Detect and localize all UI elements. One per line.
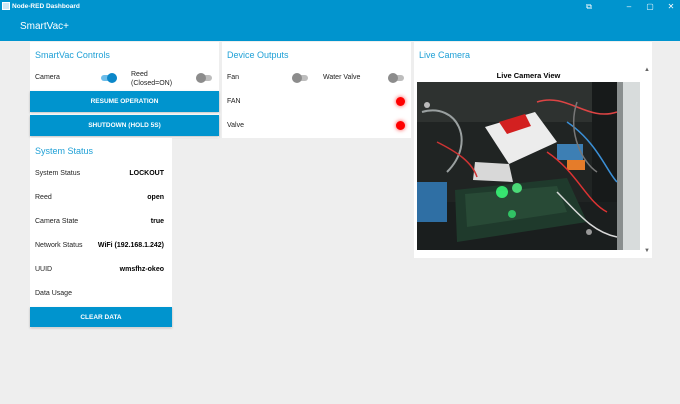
fan-led-label: FAN bbox=[227, 98, 241, 105]
app-title: SmartVac+ bbox=[20, 21, 69, 32]
card-title: System Status bbox=[35, 146, 94, 156]
fan-toggle[interactable] bbox=[292, 73, 308, 83]
maximize-button[interactable]: ▢ bbox=[643, 0, 657, 13]
minimize-button[interactable]: – bbox=[622, 0, 636, 13]
camera-caption: Live Camera View bbox=[496, 71, 561, 80]
card-title: SmartVac Controls bbox=[35, 50, 110, 60]
card-title: Live Camera bbox=[419, 50, 471, 60]
window-title-bar: Node-RED Dashboard ⧉ – ▢ ✕ bbox=[0, 0, 680, 13]
reed-toggle-label: Reed (Closed=ON) bbox=[131, 71, 173, 87]
valve-status-led bbox=[396, 121, 405, 130]
water-valve-toggle[interactable] bbox=[388, 73, 404, 83]
shutdown-button[interactable]: SHUTDOWN (HOLD 5S) bbox=[30, 115, 219, 136]
camera-feed-image bbox=[417, 82, 640, 250]
card-title: Device Outputs bbox=[227, 50, 289, 60]
scroll-up-icon[interactable]: ▲ bbox=[644, 67, 650, 73]
status-value: open bbox=[147, 194, 164, 201]
scroll-down-icon[interactable]: ▼ bbox=[644, 248, 650, 254]
camera-toggle[interactable] bbox=[101, 73, 117, 83]
restore-icon[interactable]: ⧉ bbox=[582, 0, 596, 13]
status-label: Data Usage bbox=[35, 290, 72, 297]
device-outputs-card: Device Outputs bbox=[222, 42, 411, 138]
water-valve-toggle-label: Water Valve bbox=[323, 74, 361, 81]
status-value: wmsfhz-okeo bbox=[119, 266, 164, 273]
clear-data-button[interactable]: CLEAR DATA bbox=[30, 307, 172, 327]
status-label: System Status bbox=[35, 170, 81, 177]
status-label: Reed bbox=[35, 194, 52, 201]
close-button[interactable]: ✕ bbox=[664, 0, 678, 13]
reed-toggle[interactable] bbox=[196, 73, 212, 83]
fan-status-led bbox=[396, 97, 405, 106]
app-header: SmartVac+ bbox=[0, 13, 680, 41]
resume-operation-button[interactable]: RESUME OPERATION bbox=[30, 91, 219, 112]
status-value: true bbox=[150, 218, 164, 225]
window-title: Node-RED Dashboard bbox=[12, 3, 80, 10]
camera-toggle-label: Camera bbox=[35, 74, 60, 81]
status-value: WiFi (192.168.1.242) bbox=[97, 242, 164, 249]
status-label: UUID bbox=[35, 266, 53, 273]
status-label: Camera State bbox=[35, 218, 79, 225]
camera-feed-graphic bbox=[417, 82, 640, 250]
valve-led-label: Valve bbox=[227, 122, 244, 129]
status-value: LOCKOUT bbox=[129, 170, 164, 177]
app-icon bbox=[2, 2, 10, 10]
system-status-card: System Status bbox=[30, 138, 172, 328]
status-label: Network Status bbox=[35, 242, 83, 249]
fan-toggle-label: Fan bbox=[227, 74, 240, 81]
